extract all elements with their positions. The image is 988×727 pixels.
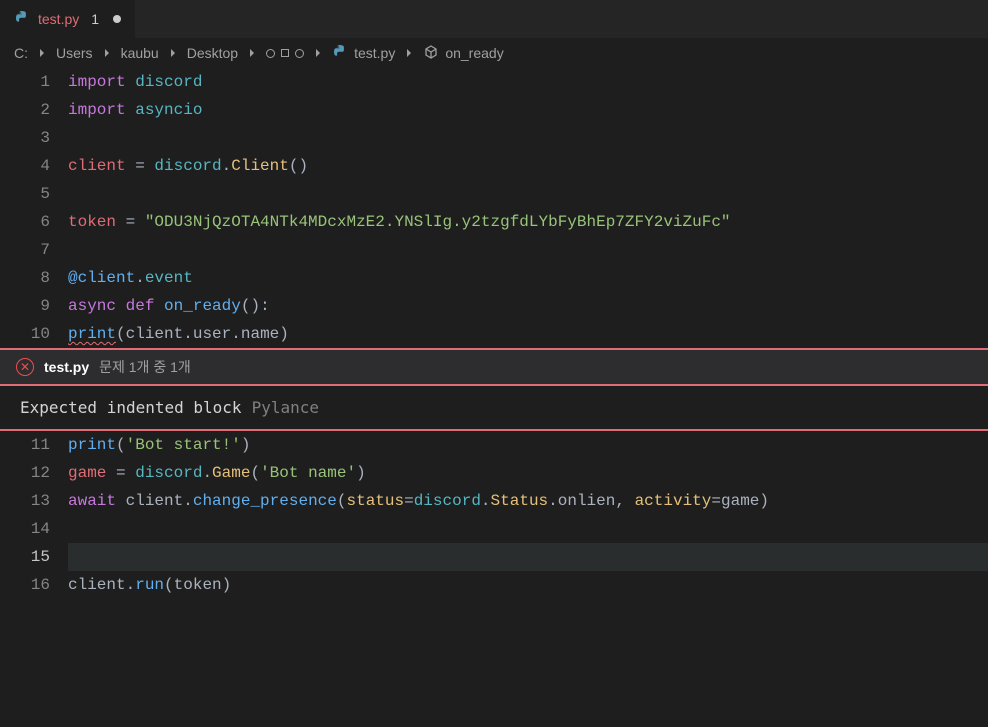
line-number-gutter: 1 2 3 4 5 6 7 8 9 10 [0,68,68,348]
editor-tab[interactable]: test.py 1 [0,0,135,38]
chevron-right-icon [244,45,260,61]
code-line-current[interactable] [68,543,988,571]
chevron-right-icon [401,45,417,61]
code-line[interactable]: import discord [68,68,988,96]
code-line[interactable] [68,236,988,264]
tab-filename: test.py [38,11,79,27]
python-file-icon [14,10,30,29]
chevron-right-icon [99,45,115,61]
code-lines[interactable]: import discord import asyncio client = d… [68,68,988,348]
error-icon: ✕ [16,358,34,376]
tab-problem-count: 1 [91,11,99,27]
code-line[interactable]: @client.event [68,264,988,292]
code-line[interactable]: import asyncio [68,96,988,124]
problem-message-text: Expected indented block [20,398,242,417]
circle-icon [266,49,275,58]
code-editor-top[interactable]: 1 2 3 4 5 6 7 8 9 10 import discord impo… [0,68,988,348]
problem-count: 문제 1개 중 1개 [99,357,191,377]
code-line[interactable]: async def on_ready(): [68,292,988,320]
chevron-right-icon [34,45,50,61]
code-line[interactable]: print('Bot start!') [68,431,988,459]
symbol-function-icon [423,44,439,63]
breadcrumb-folder-shapes[interactable] [266,49,304,58]
code-line[interactable]: client.run(token) [68,571,988,599]
circle-icon [295,49,304,58]
chevron-right-icon [165,45,181,61]
code-line[interactable]: client = discord.Client() [68,152,988,180]
breadcrumb-segment[interactable]: C: [14,45,28,61]
breadcrumb-segment[interactable]: Desktop [187,45,238,61]
line-number-gutter: 11 12 13 14 15 16 [0,431,68,599]
breadcrumb-symbol[interactable]: on_ready [423,44,503,63]
code-editor-bottom[interactable]: 11 12 13 14 15 16 print('Bot start!') ga… [0,431,988,599]
breadcrumb-segment[interactable]: Users [56,45,93,61]
python-file-icon [332,44,348,63]
code-line[interactable]: token = "ODU3NjQzOTA4NTk4MDcxMzE2.YNSlIg… [68,208,988,236]
code-lines[interactable]: print('Bot start!') game = discord.Game(… [68,431,988,599]
breadcrumb-segment[interactable]: kaubu [121,45,159,61]
tab-bar: test.py 1 [0,0,988,38]
problem-source: Pylance [252,398,319,417]
problem-file: test.py [44,359,89,375]
code-line[interactable]: await client.change_presence(status=disc… [68,487,988,515]
breadcrumb-file[interactable]: test.py [332,44,395,63]
unsaved-indicator-icon [113,15,121,23]
code-line[interactable] [68,124,988,152]
problem-message-row[interactable]: Expected indented block Pylance [0,386,988,431]
code-line[interactable] [68,515,988,543]
chevron-right-icon [310,45,326,61]
square-icon [281,49,289,57]
code-line[interactable]: print(client.user.name) [68,320,988,348]
breadcrumb[interactable]: C: Users kaubu Desktop test.py on_ready [0,38,988,68]
code-line[interactable]: game = discord.Game('Bot name') [68,459,988,487]
code-line[interactable] [68,180,988,208]
problem-peek-header[interactable]: ✕ test.py 문제 1개 중 1개 [0,348,988,386]
